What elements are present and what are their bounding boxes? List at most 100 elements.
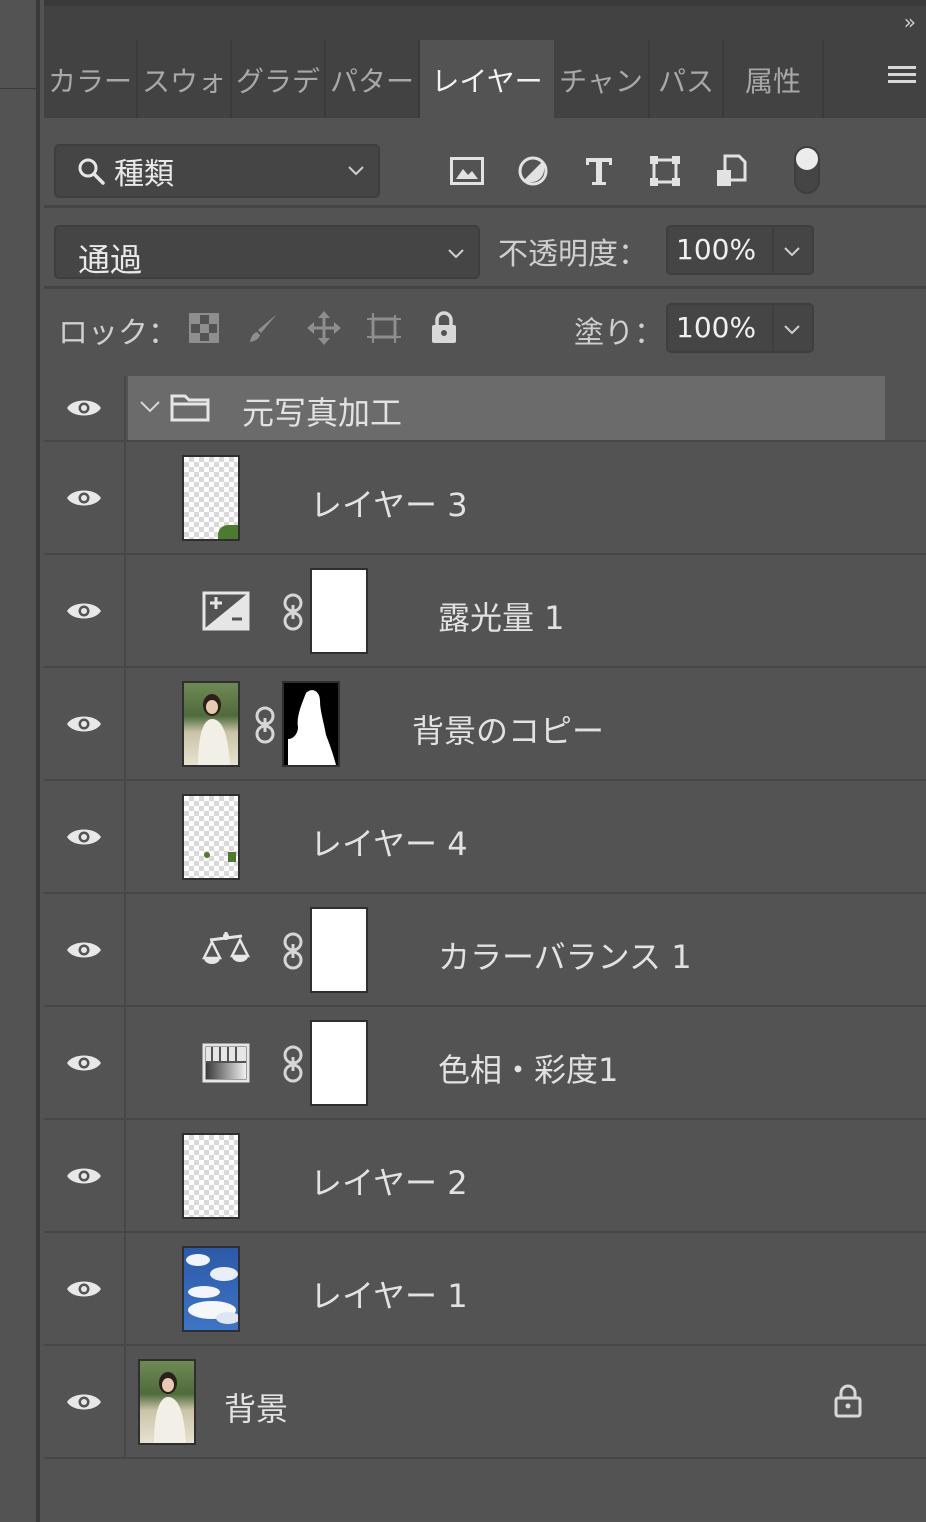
chevron-down-icon[interactable] <box>782 241 802 261</box>
layer-mask-thumbnail[interactable] <box>310 568 368 654</box>
filter-kind-select[interactable]: 種類 <box>54 144 380 198</box>
filter-kind-label: 種類 <box>114 157 174 192</box>
layer-row[interactable]: レイヤー 4 <box>44 781 926 894</box>
chevron-down-icon <box>448 249 464 259</box>
visibility-toggle[interactable] <box>44 442 126 553</box>
lock-position-move-icon[interactable] <box>294 306 354 350</box>
adjustment-layer-filter-icon[interactable] <box>500 146 566 196</box>
opacity-value[interactable]: 100% <box>668 227 774 273</box>
eye-icon[interactable] <box>65 486 103 510</box>
layers-panel: » カラー スウォ グラデ パター レイヤー チャン パス 属性 種類 通過 不… <box>44 0 926 1522</box>
layer-row[interactable]: レイヤー 2 <box>44 1120 926 1233</box>
link-chain-icon[interactable] <box>282 932 304 970</box>
color-balance-scale-icon <box>202 932 250 964</box>
photo-thumbnail <box>182 681 240 767</box>
eye-icon[interactable] <box>65 938 103 962</box>
tab-gradients[interactable]: グラデ <box>232 40 326 118</box>
tab-color[interactable]: カラー <box>44 40 138 118</box>
sky-thumbnail <box>182 1246 240 1332</box>
group-body[interactable]: 元写真加工 <box>128 376 885 440</box>
visibility-toggle[interactable] <box>44 1346 126 1457</box>
eye-icon[interactable] <box>65 712 103 736</box>
visibility-toggle[interactable] <box>44 894 126 1005</box>
layer-name: レイヤー 3 <box>310 486 468 524</box>
layer-row[interactable]: レイヤー 3 <box>44 442 926 555</box>
collapse-panel-icon[interactable]: » <box>904 10 916 34</box>
layer-mask-thumbnail[interactable] <box>282 681 340 767</box>
link-chain-icon[interactable] <box>282 593 304 631</box>
tab-properties[interactable]: 属性 <box>724 40 824 118</box>
layer-name: 露光量 1 <box>438 599 565 637</box>
tab-channels[interactable]: チャン <box>554 40 650 118</box>
eye-icon[interactable] <box>65 1390 103 1414</box>
folder-icon <box>170 394 210 422</box>
layer-name: カラーバランス 1 <box>438 938 692 976</box>
layer-name: 背景 <box>224 1390 289 1428</box>
fill-value[interactable]: 100% <box>668 305 774 351</box>
chevron-down-icon[interactable] <box>138 399 162 415</box>
filter-type-icons <box>434 146 764 196</box>
pixel-layer-filter-icon[interactable] <box>434 146 500 196</box>
lock-image-pixels-brush-icon[interactable] <box>234 306 294 350</box>
layer-row[interactable]: レイヤー 1 <box>44 1233 926 1346</box>
shape-layer-filter-icon[interactable] <box>632 146 698 196</box>
eye-icon[interactable] <box>65 1051 103 1075</box>
link-chain-icon[interactable] <box>282 1045 304 1083</box>
visibility-toggle[interactable] <box>44 668 126 779</box>
layer-row[interactable]: 色相・彩度1 <box>44 1007 926 1120</box>
panel-menu-icon[interactable] <box>888 66 916 90</box>
layer-name: 元写真加工 <box>242 394 403 432</box>
layer-thumbnail <box>182 1133 240 1219</box>
tab-patterns[interactable]: パター <box>326 40 420 118</box>
blend-mode-select[interactable]: 通過 <box>54 225 480 279</box>
lock-all-icon[interactable] <box>414 306 474 350</box>
type-layer-filter-icon[interactable] <box>566 146 632 196</box>
layer-row[interactable]: カラーバランス 1 <box>44 894 926 1007</box>
photoshop-layers-panel-window: » カラー スウォ グラデ パター レイヤー チャン パス 属性 種類 通過 不… <box>0 0 926 1522</box>
layer-row[interactable]: 背景のコピー <box>44 668 926 781</box>
layer-name: 背景のコピー <box>412 712 605 750</box>
visibility-toggle[interactable] <box>44 781 126 892</box>
layer-row-group[interactable]: 元写真加工 <box>44 376 926 442</box>
chevron-down-icon[interactable] <box>782 319 802 339</box>
panel-titlebar: » <box>44 0 926 40</box>
opacity-field[interactable]: 100% <box>666 225 814 275</box>
visibility-toggle[interactable] <box>44 555 126 666</box>
eye-icon[interactable] <box>65 1277 103 1301</box>
lock-label: ロック： <box>58 316 178 351</box>
tab-paths[interactable]: パス <box>650 40 724 118</box>
lock-icon[interactable] <box>833 1384 863 1418</box>
layer-name: 色相・彩度1 <box>438 1051 619 1089</box>
tab-layers[interactable]: レイヤー <box>420 40 554 118</box>
lock-transparent-pixels-icon[interactable] <box>174 306 234 350</box>
visibility-toggle[interactable] <box>44 1120 126 1231</box>
layer-row-background[interactable]: 背景 <box>44 1346 926 1459</box>
link-chain-icon[interactable] <box>254 706 276 744</box>
layer-row[interactable]: 露光量 1 <box>44 555 926 668</box>
panel-tabs: カラー スウォ グラデ パター レイヤー チャン パス 属性 <box>44 40 926 118</box>
eye-icon[interactable] <box>65 825 103 849</box>
lock-icons <box>174 306 474 350</box>
exposure-adjustment-icon <box>202 591 250 631</box>
tab-swatches[interactable]: スウォ <box>138 40 232 118</box>
photo-thumbnail <box>138 1359 196 1445</box>
layer-name: レイヤー 2 <box>310 1164 468 1202</box>
eye-icon[interactable] <box>65 1164 103 1188</box>
layer-filter-row: 種類 <box>44 118 926 208</box>
eye-icon[interactable] <box>65 396 103 420</box>
filter-toggle-switch[interactable] <box>794 146 820 194</box>
layers-list: 元写真加工 レイヤー 3 露光量 1 背景のコピー レイヤー 4 カラーバランス… <box>44 376 926 1459</box>
layer-mask-thumbnail[interactable] <box>310 1020 368 1106</box>
layer-mask-thumbnail[interactable] <box>310 907 368 993</box>
layer-thumbnail <box>182 455 240 541</box>
lock-fill-row: ロック： 塗り： 100% <box>44 292 926 364</box>
smart-object-filter-icon[interactable] <box>698 146 764 196</box>
visibility-toggle[interactable] <box>44 376 126 440</box>
visibility-toggle[interactable] <box>44 1007 126 1118</box>
lock-artboard-icon[interactable] <box>354 306 414 350</box>
blend-mode-value: 通過 <box>78 241 143 279</box>
eye-icon[interactable] <box>65 599 103 623</box>
fill-field[interactable]: 100% <box>666 303 814 353</box>
search-icon <box>78 158 105 185</box>
visibility-toggle[interactable] <box>44 1233 126 1344</box>
